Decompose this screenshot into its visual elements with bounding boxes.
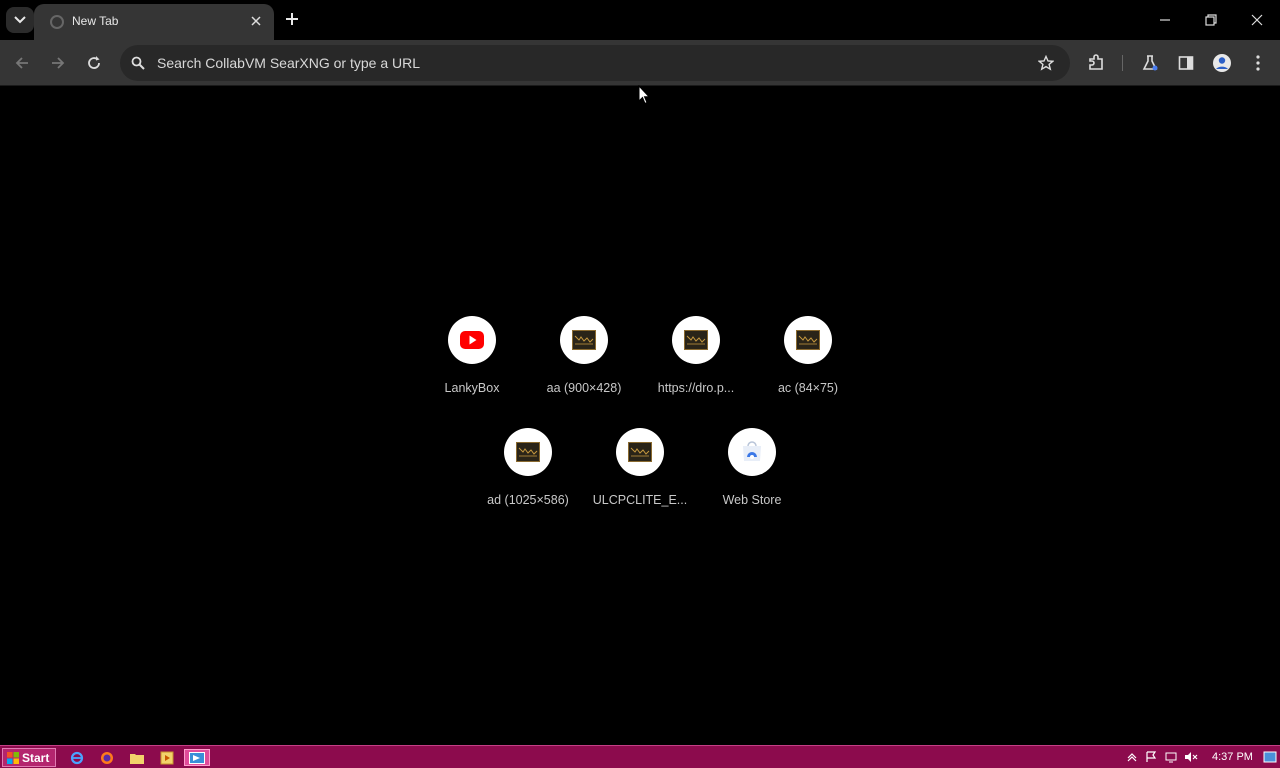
minimize-button[interactable] (1142, 0, 1188, 40)
image-thumbnail-icon (628, 442, 652, 462)
speaker-muted-icon (1185, 752, 1198, 762)
taskbar-clock[interactable]: 4:37 PM (1212, 751, 1253, 763)
extensions-button[interactable] (1082, 49, 1110, 77)
flag-icon (1146, 751, 1157, 762)
close-window-button[interactable] (1234, 0, 1280, 40)
taskbar: Start 4:37 PM (0, 745, 1280, 768)
arrow-left-icon (15, 57, 28, 69)
shortcut-label: ULCPCLITE_E... (592, 493, 688, 507)
puzzle-icon (1089, 54, 1103, 70)
quicklaunch-ie[interactable] (68, 749, 86, 766)
windows-logo-icon (7, 751, 19, 764)
volume-control[interactable] (1183, 749, 1199, 765)
avatar-icon (1213, 54, 1231, 72)
tab-search-button[interactable] (6, 7, 34, 33)
media-player-icon (160, 751, 174, 764)
image-thumbnail-icon (572, 330, 596, 350)
profile-button[interactable] (1208, 49, 1236, 77)
close-icon (251, 16, 261, 26)
title-bar: New Tab (0, 0, 1280, 40)
bookmark-star-button[interactable] (1036, 53, 1056, 73)
window-icon (189, 751, 205, 764)
star-icon (1038, 55, 1054, 71)
shortcut-tile[interactable]: LankyBox (416, 316, 528, 416)
menu-button[interactable] (1244, 49, 1272, 77)
shortcut-label: LankyBox (444, 381, 500, 395)
chevron-up-icon (1127, 753, 1137, 762)
internet-explorer-icon (70, 751, 84, 764)
quicklaunch-media[interactable] (158, 749, 176, 766)
close-icon (1251, 14, 1263, 26)
toolbar-divider (1122, 55, 1123, 71)
shortcut-tile[interactable]: ac (84×75) (752, 316, 864, 416)
search-icon (128, 53, 148, 73)
reload-icon (88, 56, 100, 69)
shortcut-tile[interactable]: Web Store (696, 428, 808, 528)
tab-title: New Tab (72, 14, 119, 28)
quicklaunch-firefox[interactable] (98, 749, 116, 766)
side-panel-button[interactable] (1172, 49, 1200, 77)
tab-new-tab[interactable]: New Tab (34, 4, 274, 40)
arrow-right-icon (52, 57, 65, 69)
image-thumbnail-icon (684, 330, 708, 350)
shortcut-tile[interactable]: ULCPCLITE_E... (584, 428, 696, 528)
address-bar[interactable]: Search CollabVM SearXNG or type a URL (120, 45, 1070, 81)
start-label: Start (22, 750, 50, 765)
address-bar-placeholder: Search CollabVM SearXNG or type a URL (157, 55, 420, 71)
minimize-icon (1160, 19, 1170, 21)
youtube-icon (448, 316, 496, 364)
reload-button[interactable] (80, 49, 108, 77)
network-icon (1165, 752, 1177, 763)
restore-icon (1205, 14, 1217, 26)
close-tab-button[interactable] (246, 12, 266, 32)
start-button[interactable]: Start (2, 748, 56, 767)
taskbar-chrome-window[interactable] (184, 749, 210, 766)
network-status[interactable] (1163, 749, 1179, 765)
shortcut-label: ad (1025×586) (487, 493, 569, 507)
shortcut-label: https://dro.p... (657, 381, 735, 395)
restore-button[interactable] (1188, 0, 1234, 40)
chevron-down-icon (14, 16, 26, 24)
browser-toolbar: Search CollabVM SearXNG or type a URL (0, 40, 1280, 86)
image-thumbnail-icon (796, 330, 820, 350)
shortcut-label: Web Store (722, 493, 782, 507)
new-tab-button[interactable] (280, 8, 304, 32)
globe-icon (50, 15, 64, 29)
shortcut-label: ac (84×75) (777, 381, 839, 395)
shortcut-tile[interactable]: ad (1025×586) (472, 428, 584, 528)
action-center-flag[interactable] (1143, 749, 1159, 765)
back-button[interactable] (8, 49, 36, 77)
image-thumbnail-icon (516, 442, 540, 462)
plus-icon (286, 13, 298, 25)
show-hidden-icons-button[interactable] (1124, 749, 1140, 765)
shortcut-tile[interactable]: https://dro.p... (640, 316, 752, 416)
side-panel-icon (1178, 56, 1194, 70)
shortcut-tile[interactable]: aa (900×428) (528, 316, 640, 416)
forward-button[interactable] (44, 49, 72, 77)
shortcut-label: aa (900×428) (546, 381, 622, 395)
flask-icon (1142, 55, 1158, 71)
show-desktop-button[interactable] (1262, 749, 1278, 765)
quicklaunch-explorer[interactable] (128, 749, 146, 766)
mouse-cursor-icon (638, 84, 651, 110)
folder-icon (130, 753, 144, 764)
web-store-icon (728, 428, 776, 476)
firefox-icon (101, 751, 113, 764)
desktop-icon (1263, 751, 1277, 763)
more-vert-icon (1256, 55, 1260, 71)
labs-button[interactable] (1136, 49, 1164, 77)
